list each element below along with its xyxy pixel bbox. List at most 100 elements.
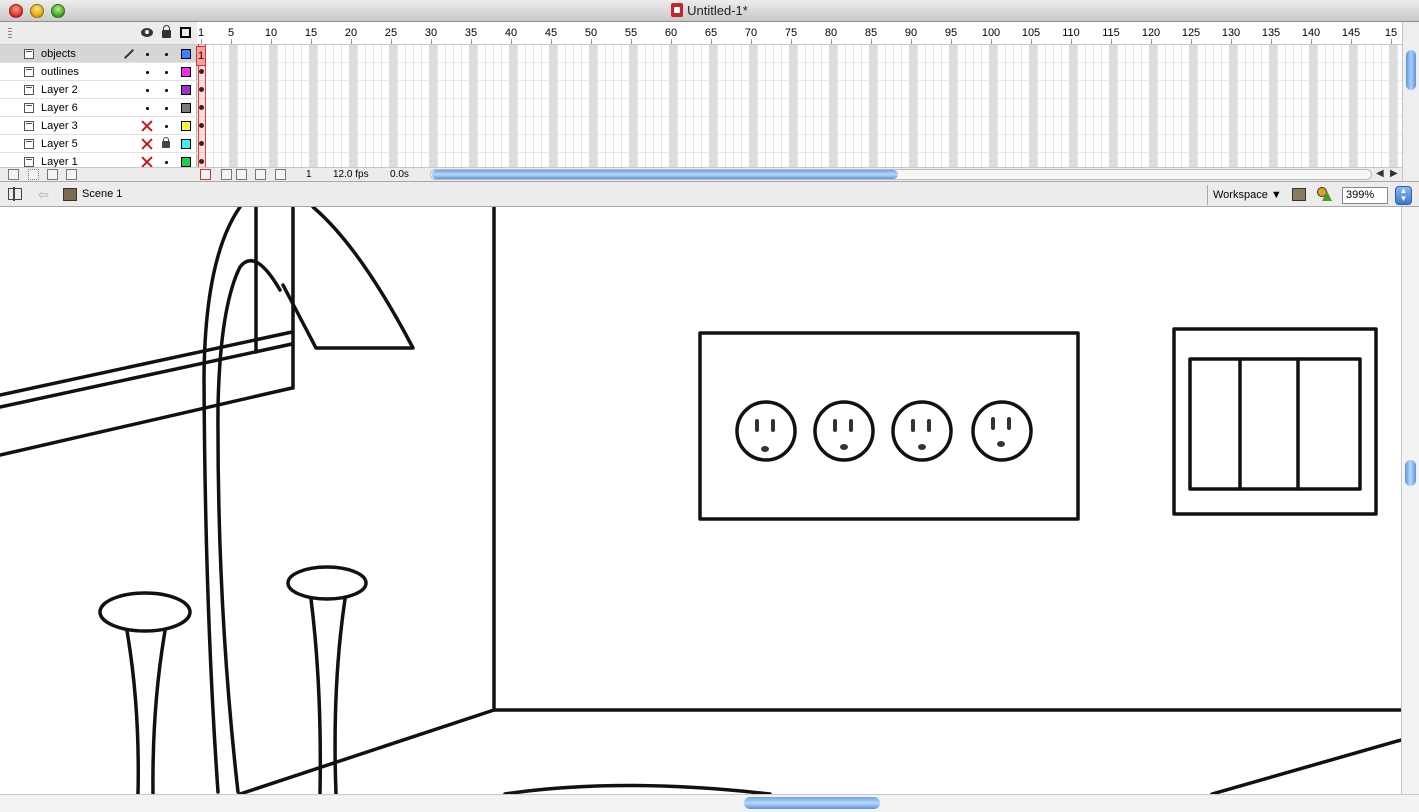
edit-scene-icon[interactable]: [1292, 188, 1306, 201]
ruler-frame-number[interactable]: 1: [198, 27, 204, 39]
layer-row[interactable]: outlines: [0, 63, 197, 81]
onion-skin-button[interactable]: [221, 169, 232, 180]
delete-layer-trash-icon[interactable]: [66, 169, 77, 180]
ruler-frame-number[interactable]: 85: [865, 27, 877, 39]
ruler-frame-number[interactable]: 15: [305, 27, 317, 39]
visibility-toggle[interactable]: [146, 53, 149, 56]
lock-toggle[interactable]: [165, 161, 168, 164]
ruler-frame-number[interactable]: 10: [265, 27, 277, 39]
lock-toggle[interactable]: [165, 53, 168, 56]
layer-outline-color-swatch[interactable]: [181, 67, 191, 77]
stage-canvas[interactable]: [0, 207, 1401, 794]
frame-ruler[interactable]: 1 5 10 15 20 25 30 35 40 45 50 55 60 65 70 75 80 85 90 95 10…: [197, 22, 1402, 45]
ruler-frame-number[interactable]: 70: [745, 27, 757, 39]
timeline-vertical-scroll-thumb[interactable]: [1406, 50, 1416, 90]
playhead[interactable]: 1: [196, 46, 206, 66]
new-folder-button[interactable]: [47, 169, 58, 180]
ruler-frame-number[interactable]: 45: [545, 27, 557, 39]
ruler-frame-number[interactable]: 20: [345, 27, 357, 39]
lock-toggle[interactable]: [165, 107, 168, 110]
ruler-frame-number[interactable]: 120: [1142, 27, 1160, 39]
layer-row[interactable]: Layer 5: [0, 135, 197, 153]
frames-area[interactable]: 1 5 10 15 20 25 30 35 40 45 50 55 60 65 70 75 80 85 90 95 10…: [197, 22, 1402, 167]
scroll-left-arrow-icon[interactable]: ◀: [1376, 168, 1384, 179]
ruler-frame-number[interactable]: 5: [228, 27, 234, 39]
lock-all-icon[interactable]: [162, 25, 171, 38]
ruler-frame-number[interactable]: 135: [1262, 27, 1280, 39]
ruler-frame-number[interactable]: 100: [982, 27, 1000, 39]
ruler-frame-number[interactable]: 125: [1182, 27, 1200, 39]
lock-toggle[interactable]: [165, 125, 168, 128]
zoom-field[interactable]: 399%: [1342, 187, 1388, 204]
layer-row[interactable]: objects: [0, 45, 197, 63]
layer-name[interactable]: objects: [41, 48, 76, 60]
ruler-frame-number[interactable]: 60: [665, 27, 677, 39]
edit-symbols-icon[interactable]: [1317, 187, 1332, 201]
layer-name[interactable]: Layer 5: [41, 138, 78, 150]
ruler-frame-number[interactable]: 95: [945, 27, 957, 39]
layer-row[interactable]: Layer 6: [0, 99, 197, 117]
ruler-tick: [591, 39, 592, 44]
add-motion-guide-button[interactable]: [28, 169, 39, 180]
ruler-frame-number[interactable]: 50: [585, 27, 597, 39]
visibility-toggle[interactable]: [146, 71, 149, 74]
new-layer-button[interactable]: [8, 169, 19, 180]
ruler-frame-number[interactable]: 65: [705, 27, 717, 39]
stage-horizontal-scrollbar[interactable]: [0, 794, 1419, 812]
hidden-layer-x-icon[interactable]: [140, 119, 154, 133]
visibility-toggle[interactable]: [146, 107, 149, 110]
stage-vertical-scroll-thumb[interactable]: [1405, 460, 1416, 486]
scene-breadcrumb[interactable]: Scene 1: [82, 188, 122, 200]
ruler-frame-number[interactable]: 55: [625, 27, 637, 39]
hidden-layer-x-icon[interactable]: [140, 137, 154, 151]
layer-outline-color-swatch[interactable]: [181, 121, 191, 131]
ruler-frame-number[interactable]: 30: [425, 27, 437, 39]
edit-multiple-frames-button[interactable]: [255, 169, 266, 180]
lock-toggle[interactable]: [165, 71, 168, 74]
ruler-frame-number[interactable]: 40: [505, 27, 517, 39]
visibility-toggle[interactable]: [146, 89, 149, 92]
ruler-frame-number[interactable]: 145: [1342, 27, 1360, 39]
ruler-frame-number[interactable]: 75: [785, 27, 797, 39]
ruler-frame-number[interactable]: 90: [905, 27, 917, 39]
timeline-horizontal-scrollbar[interactable]: [430, 169, 1372, 180]
stage-vertical-scrollbar[interactable]: [1401, 207, 1419, 794]
layer-name[interactable]: Layer 3: [41, 120, 78, 132]
timeline-horizontal-scroll-thumb[interactable]: [432, 170, 898, 179]
layer-row[interactable]: Layer 2: [0, 81, 197, 99]
layer-row[interactable]: Layer 3: [0, 117, 197, 135]
zoom-stepper[interactable]: ▲ ▼: [1395, 186, 1412, 205]
show-hide-all-eye-icon[interactable]: [141, 28, 153, 37]
outline-all-icon[interactable]: [180, 27, 191, 38]
ruler-frame-number[interactable]: 105: [1022, 27, 1040, 39]
workspace-menu[interactable]: Workspace ▼: [1213, 189, 1282, 201]
ruler-frame-number[interactable]: 25: [385, 27, 397, 39]
layer-outline-color-swatch[interactable]: [181, 139, 191, 149]
scroll-right-arrow-icon[interactable]: ▶: [1390, 168, 1398, 179]
layer-name[interactable]: outlines: [41, 66, 79, 78]
layer-outline-color-swatch[interactable]: [181, 49, 191, 59]
stage-horizontal-scroll-thumb[interactable]: [744, 797, 880, 809]
panel-grip-icon[interactable]: [8, 28, 12, 38]
layer-outline-color-swatch[interactable]: [181, 103, 191, 113]
onion-skin-outlines-button[interactable]: [236, 169, 247, 180]
lock-toggle[interactable]: [165, 89, 168, 92]
ruler-frame-number[interactable]: 115: [1102, 27, 1120, 39]
frame-grid[interactable]: [197, 45, 1402, 167]
layer-name[interactable]: Layer 6: [41, 102, 78, 114]
ruler-frame-number[interactable]: 110: [1062, 27, 1080, 39]
ruler-frame-number[interactable]: 35: [465, 27, 477, 39]
back-arrow-icon[interactable]: ⇦: [38, 187, 49, 203]
layer-outline-color-swatch[interactable]: [181, 157, 191, 167]
timeline-vertical-scrollbar[interactable]: [1402, 22, 1419, 181]
ruler-frame-number[interactable]: 80: [825, 27, 837, 39]
ruler-frame-number[interactable]: 130: [1222, 27, 1240, 39]
ruler-frame-number[interactable]: 140: [1302, 27, 1320, 39]
layer-outline-color-swatch[interactable]: [181, 85, 191, 95]
layer-name[interactable]: Layer 2: [41, 84, 78, 96]
center-frame-button[interactable]: [200, 169, 211, 180]
timeline-toggle-icon[interactable]: [8, 187, 22, 201]
ruler-frame-number[interactable]: 15: [1385, 27, 1397, 39]
modify-onion-markers-button[interactable]: [275, 169, 286, 180]
lock-icon[interactable]: [162, 137, 170, 148]
